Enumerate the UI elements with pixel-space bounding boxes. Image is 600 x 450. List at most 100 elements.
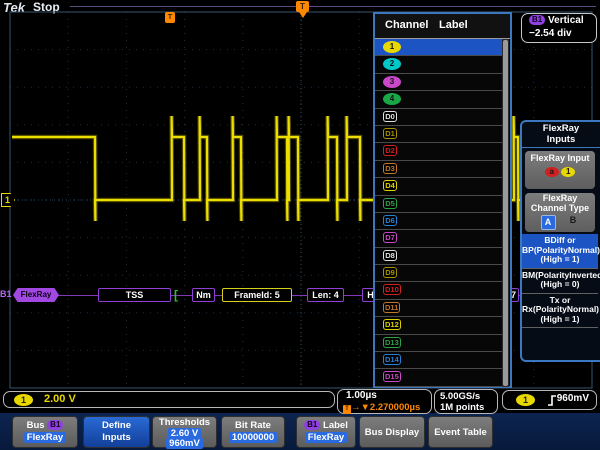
channel-type-b[interactable]: B [567,215,580,230]
sample-rate: 5.00GS/s [440,391,480,402]
scrollbar-thumb[interactable] [503,40,508,386]
channel-row-D2[interactable]: D2 [375,143,503,160]
channel-row-D6[interactable]: D6 [375,213,503,230]
acquisition-readout: 5.00GS/s 1M points [434,389,498,414]
bus-decode-field-3: FrameId: 5 [222,288,292,302]
channel-badge-D10: D10 [383,284,401,295]
channel-row-D1[interactable]: D1 [375,126,503,143]
channel-badge-2: 2 [383,58,401,70]
flexray-channel-type-button[interactable]: FlexRay Channel Type A B [525,193,595,232]
channel-row-4[interactable]: 4 [375,91,503,108]
bus-b1-badge: B1 [0,289,12,299]
channel-row-2[interactable]: 2 [375,56,503,73]
flexray-polarity-option-0[interactable]: BDiff or BP(PolarityNormal)(High = 1) [522,234,598,269]
channel-badge-D7: D7 [383,232,397,243]
channel-row-D12[interactable]: D12 [375,317,503,334]
channel-row-D8[interactable]: D8 [375,248,503,265]
bus-decode-field-2: Nm [192,288,215,302]
trigger-point-icon[interactable]: T [165,12,175,23]
b1-badge: B1 [529,15,545,25]
channel-row-3[interactable]: 3 [375,74,503,91]
channel-badge-3: 3 [383,76,401,88]
channel-badge-D12: D12 [383,319,401,330]
horizontal-scale: 1.00µs [346,390,377,401]
b1-badge: B1 [304,420,320,430]
channel-row-D11[interactable]: D11 [375,300,503,317]
bus-decode-field-4: Len: 4 [307,288,344,302]
channel-row-D5[interactable]: D5 [375,196,503,213]
ch1-badge: 1 [14,394,33,406]
channel-badge-D2: D2 [383,145,397,156]
channel-row-D14[interactable]: D14 [375,352,503,369]
bus-decode-field-1: [ [171,288,181,302]
channel-row-D9[interactable]: D9 [375,265,503,282]
thresholds-button[interactable]: Thresholds 2.60 V 960mV [152,416,217,448]
oscilloscope-screen: Tek Stop T T 1 B1 FlexRay TSS[NmFrameId:… [0,0,600,450]
trigger-level: 960mV [557,393,589,404]
flexray-input-button[interactable]: FlexRay Input a 1 [525,151,595,189]
bit-rate-button[interactable]: Bit Rate 10000000 [221,416,285,448]
channel-badge-D1: D1 [383,128,397,139]
horizontal-readout: 1.00µs T→▼2.270000µs [337,389,432,414]
channel-badge-1: 1 [383,41,401,53]
channel-badge-D9: D9 [383,267,397,278]
bus-flexray-label[interactable]: FlexRay [13,288,59,302]
label-button[interactable]: B1 Label FlexRay [296,416,356,448]
label-column-header: Label [439,14,468,37]
flexray-polarity-option-2[interactable]: Tx or Rx(PolarityNormal)(High = 1) [522,294,598,329]
input-ch1-badge: 1 [561,167,575,177]
channel-row-D10[interactable]: D10 [375,282,503,299]
channel-row-D13[interactable]: D13 [375,335,503,352]
ch1-scale-value: 2.00 V [44,393,76,405]
channel-badge-4: 4 [383,93,401,105]
delay-arrows: →▼ [351,402,370,413]
threshold-high-value: 2.60 V [168,428,201,439]
bus-display-button[interactable]: Bus Display [359,416,425,448]
flexray-polarity-option-1[interactable]: BM(PolarityInverted)(High = 0) [522,269,598,294]
trigger-position-arrow-icon [299,12,307,18]
channel-row-1[interactable]: 1 [375,39,503,56]
define-inputs-button[interactable]: DefineInputs [83,416,150,448]
delay-value: 2.270000µs [370,402,420,413]
vertical-readout-value: −2.54 div [529,28,572,39]
channel-row-D4[interactable]: D4 [375,178,503,195]
label-value: FlexRay [305,432,347,443]
channel-menu-header: Channel Label [375,14,510,39]
channel-badge-D11: D11 [383,302,400,313]
record-length: 1M points [440,402,484,413]
channel-badge-D0: D0 [383,111,397,122]
event-table-button[interactable]: Event Table [428,416,493,448]
bus-decode-field-0: TSS [98,288,171,302]
bus-vertical-readout: B1 Vertical −2.54 div [521,13,597,43]
trigger-position-icon[interactable]: T [296,1,309,12]
rising-edge-icon [547,394,557,407]
channel-type-a[interactable]: A [541,215,556,230]
vertical-readout-title: Vertical [548,15,584,26]
channel-row-D3[interactable]: D3 [375,161,503,178]
threshold-low-value: 960mV [166,438,203,449]
channel-row-D0[interactable]: D0 [375,109,503,126]
channel-badge-D6: D6 [383,215,397,226]
bit-rate-value: 10000000 [229,432,277,443]
trigger-t-icon: T [343,405,351,414]
trigger-source-badge: 1 [516,394,535,406]
channel-row-D15[interactable]: D15 [375,369,503,386]
channel-badge-D4: D4 [383,180,397,191]
flexray-inputs-panel: FlexRay Inputs FlexRay Input a 1 FlexRay… [520,120,600,362]
channel-badge-D15: D15 [383,371,401,382]
channel-badge-D14: D14 [383,354,401,365]
channel-badge-D8: D8 [383,250,397,261]
input-a-badge: a [545,167,559,177]
bottom-menu-bar: Bus B1 FlexRay DefineInputs Thresholds 2… [0,413,600,450]
channel-row-D7[interactable]: D7 [375,230,503,247]
bus-type-value: FlexRay [24,432,66,443]
channel-badge-D13: D13 [383,337,401,348]
channel-column-header: Channel [385,14,428,37]
channel-badge-D5: D5 [383,198,397,209]
trigger-readout: 1 960mV [502,390,597,410]
panel-title: FlexRay Inputs [522,123,600,148]
ch1-scale-readout: 1 2.00 V [3,391,335,408]
bus-button[interactable]: Bus B1 FlexRay [12,416,78,448]
channel-menu-scrollbar[interactable] [502,39,509,387]
channel-badge-D3: D3 [383,163,397,174]
